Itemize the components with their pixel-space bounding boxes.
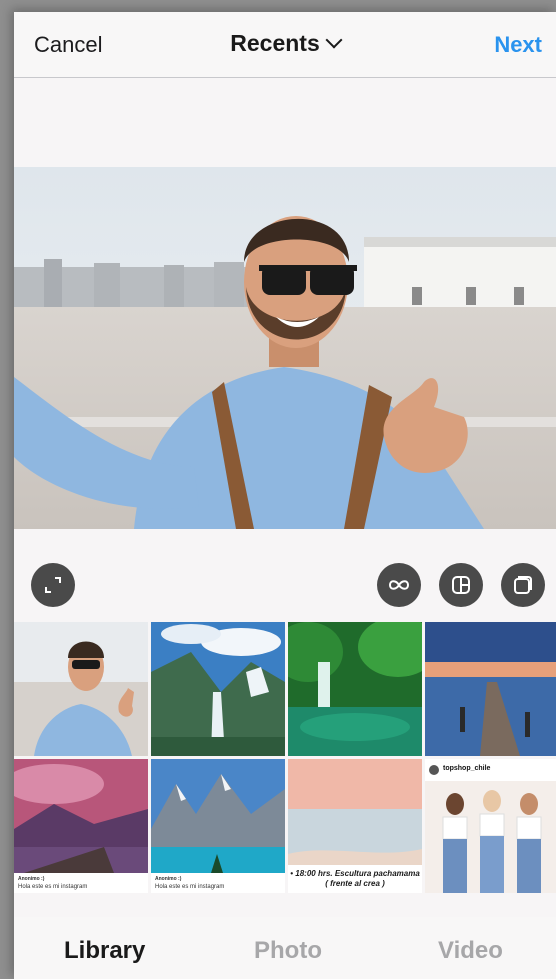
top-nav-bar: Cancel Recents Next — [14, 12, 556, 78]
phone-screen: Cancel Recents Next Anonimo:) Hola este… — [14, 12, 556, 979]
post-username: topshop_chile — [443, 765, 491, 772]
tab-library[interactable]: Library — [64, 937, 145, 965]
post-header: topshop_chile — [425, 759, 556, 781]
grid-thumbnail[interactable] — [151, 622, 285, 756]
selected-photo-preview[interactable] — [14, 167, 556, 529]
expand-button[interactable] — [31, 563, 75, 607]
grid-thumbnail[interactable]: Anonimo :) Hola este es mi instagram — [151, 759, 285, 893]
thumbnail-caption: Anonimo :) Hola este es mi instagram — [151, 873, 285, 893]
tab-photo[interactable]: Photo — [254, 937, 322, 965]
grid-thumbnail[interactable]: • 18:00 hrs. Escultura pachamama ( frent… — [288, 759, 422, 893]
caption-text: Hola este es mi instagram — [18, 884, 88, 890]
infinity-icon — [388, 580, 410, 590]
caption-text: Hola este es mi instagram — [155, 884, 225, 890]
next-button[interactable]: Next — [494, 32, 542, 58]
tab-video[interactable]: Video — [438, 937, 503, 965]
grid-thumbnail[interactable]: Anonimo :) Hola este es mi instagram — [14, 759, 148, 893]
chevron-down-icon — [325, 31, 343, 49]
caption-user: Anonimo :) — [18, 876, 45, 882]
grid-thumbnail[interactable]: topshop_chile — [425, 759, 556, 893]
bottom-tab-bar: Library Photo Video — [14, 917, 556, 979]
boomerang-button[interactable] — [377, 563, 421, 607]
grid-thumbnail[interactable] — [288, 622, 422, 756]
caption-user: Anonimo :) — [155, 876, 182, 882]
poster-caption: • 18:00 hrs. Escultura pachamama ( frent… — [290, 869, 420, 888]
expand-corners-icon — [45, 577, 61, 593]
thumbnail-caption: Anonimo :) Hola este es mi instagram — [14, 873, 148, 893]
layout-button[interactable] — [439, 563, 483, 607]
stacked-squares-icon — [514, 576, 532, 594]
album-title: Recents — [230, 30, 320, 56]
album-selector[interactable]: Recents — [14, 30, 556, 57]
grid-thumbnail[interactable] — [425, 622, 556, 756]
layout-grid-icon — [452, 576, 470, 594]
multi-select-button[interactable] — [501, 563, 545, 607]
grid-thumbnail[interactable] — [14, 622, 148, 756]
photo-library-grid: Anonimo :) Hola este es mi instagram Ano… — [14, 622, 556, 922]
avatar — [429, 765, 439, 775]
